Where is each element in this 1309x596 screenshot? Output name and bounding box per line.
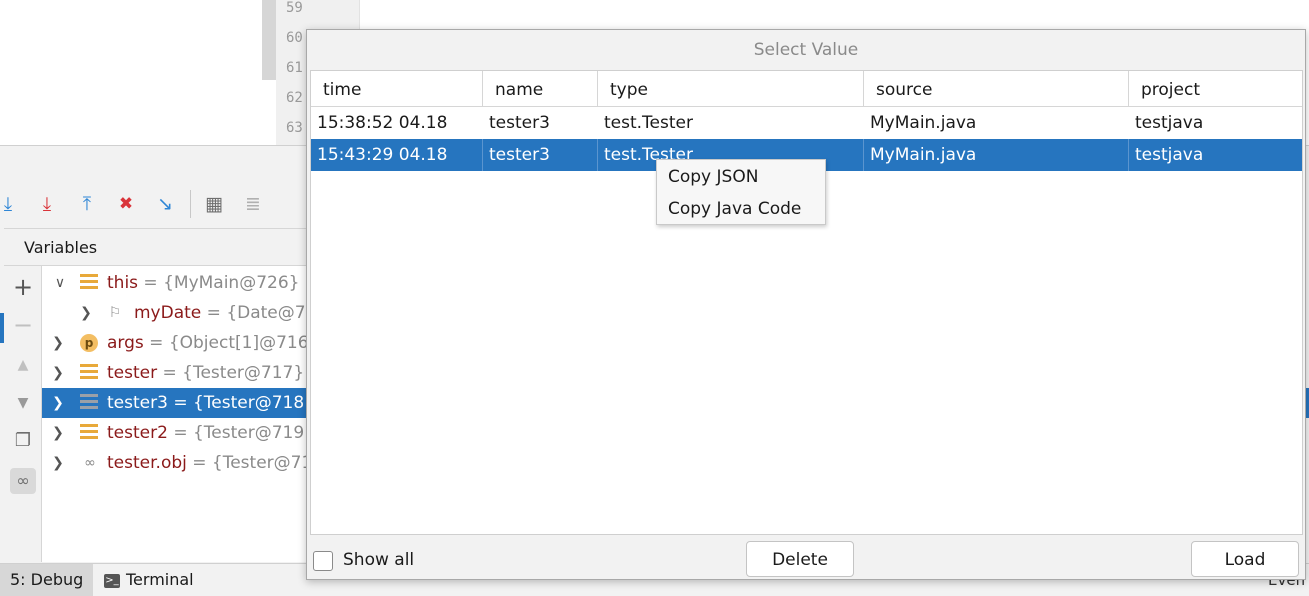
dialog-title: Select Value [753,40,859,60]
step-into-icon[interactable]: ⤓ [0,192,20,216]
table-row[interactable]: 15:38:52 04.18 tester3 test.Tester MyMai… [311,107,1302,139]
variable-row-args[interactable]: ❯ p args = {Object[1]@716 [42,328,310,358]
variable-name: myDate [134,303,202,323]
variables-tree: ∨ this = {MyMain@726} ❯ ⚐ myDate = {Date… [42,266,310,562]
chevron-right-icon[interactable]: ❯ [78,298,94,328]
cell-time: 15:43:29 04.18 [311,139,483,171]
tab-debug[interactable]: 5: Debug [0,564,94,596]
column-header-type[interactable]: type [598,71,864,107]
column-header-source[interactable]: source [864,71,1129,107]
watch-glasses-icon: ∞ [84,455,96,471]
terminal-icon: >_ [104,573,120,588]
step-out-icon[interactable]: ⤒ [75,192,99,216]
variable-name: args [107,333,144,353]
variable-row-tester3[interactable]: ❯ tester3 = {Tester@718} [42,388,310,418]
chevron-right-icon[interactable]: ❯ [50,388,66,418]
field-icon [80,424,98,442]
column-header-name[interactable]: name [483,71,598,107]
variable-name: tester2 [107,423,168,443]
context-menu: Copy JSON Copy Java Code [656,159,826,225]
table-header: time name type source project [311,71,1302,107]
variable-row-mydate[interactable]: ❯ ⚐ myDate = {Date@72 [42,298,310,328]
chevron-right-icon[interactable]: ❯ [50,328,66,358]
copy-watch-icon[interactable]: ❐ [10,428,36,454]
select-value-dialog: Select Value time name type source proje… [306,29,1306,580]
add-watch-icon[interactable]: + [10,274,36,300]
tab-terminal-label: Terminal [126,570,194,589]
chevron-right-icon[interactable]: ❯ [50,448,66,478]
trace-icon[interactable]: ≣ [241,192,265,216]
editor-scrollbar[interactable] [262,0,276,80]
cell-source: MyMain.java [864,139,1129,171]
load-button[interactable]: Load [1191,541,1299,577]
remove-watch-icon[interactable]: − [10,312,36,338]
variable-row-this[interactable]: ∨ this = {MyMain@726} [42,268,310,298]
move-up-icon[interactable]: ▲ [10,352,36,378]
line-number: 60 [286,30,303,46]
variable-value: = {Tester@717} [157,363,305,383]
variable-value: = {MyMain@726} [138,273,300,293]
cell-project: testjava [1135,145,1204,165]
variable-value: = {Object[1]@716 [143,333,309,353]
dialog-footer: Show all Delete Load [307,535,1305,579]
variable-row-tester2[interactable]: ❯ tester2 = {Tester@719} [42,418,310,448]
variable-row-tester[interactable]: ❯ tester = {Tester@717} [42,358,310,388]
force-step-into-icon[interactable]: ⤓ [35,192,59,216]
chevron-right-icon[interactable]: ❯ [50,418,66,448]
column-header-project[interactable]: project [1129,71,1302,107]
chevron-right-icon[interactable]: ❯ [50,358,66,388]
variables-title: Variables [24,238,98,257]
variable-row-tester-obj[interactable]: ❯ ∞ tester.obj = {Tester@71 [42,448,310,478]
variables-side-toolbar: + − ▲ ▼ ❐ ∞ [4,266,42,562]
show-all-label[interactable]: Show all [343,550,414,570]
evaluate-expression-icon[interactable]: ▦ [202,192,226,216]
cell-type: test.Tester [604,113,693,133]
variable-name: tester [107,363,158,383]
values-table: time name type source project 15:38:52 0… [310,70,1303,535]
line-number: 63 [286,120,303,136]
flag-icon: ⚐ [108,305,122,321]
variable-name: this [107,273,139,293]
variable-name: tester.obj [107,453,187,473]
field-icon [80,364,98,382]
show-watches-glasses-icon[interactable]: ∞ [10,468,36,494]
cell-name: tester3 [483,139,598,171]
drop-frame-icon[interactable]: ✖ [114,192,138,216]
line-number: 61 [286,60,303,76]
delete-button[interactable]: Delete [746,541,854,577]
cell-time: 15:38:52 04.18 [317,113,448,133]
variable-value: = {Tester@719} [167,423,310,443]
variables-header: Variables [4,228,310,266]
field-icon [80,274,98,292]
debug-toolbar: ⤓ ⤓ ⤒ ✖ ↘ ▦ ≣ [0,186,310,224]
move-down-icon[interactable]: ▼ [10,390,36,416]
cell-project: testjava [1135,113,1204,133]
toolbar-separator [190,190,191,218]
field-icon [80,394,98,412]
variable-name: tester3 [107,393,168,413]
menu-item-copy-json[interactable]: Copy JSON [657,161,825,193]
parameter-icon: p [80,334,98,352]
menu-item-copy-java-code[interactable]: Copy Java Code [657,193,825,225]
chevron-down-icon[interactable]: ∨ [52,268,68,298]
variable-value: = {Tester@71 [186,453,310,473]
run-to-cursor-icon[interactable]: ↘ [153,192,177,216]
show-all-checkbox[interactable] [313,551,333,571]
line-number: 62 [286,90,303,106]
variable-value: = {Date@72 [201,303,310,323]
cell-name: tester3 [489,113,550,133]
column-header-time[interactable]: time [311,71,483,107]
cell-source: MyMain.java [870,113,977,133]
tab-terminal[interactable]: >_ Terminal [94,564,204,596]
variable-value: = {Tester@718} [167,393,310,413]
line-number: 59 [286,0,303,16]
